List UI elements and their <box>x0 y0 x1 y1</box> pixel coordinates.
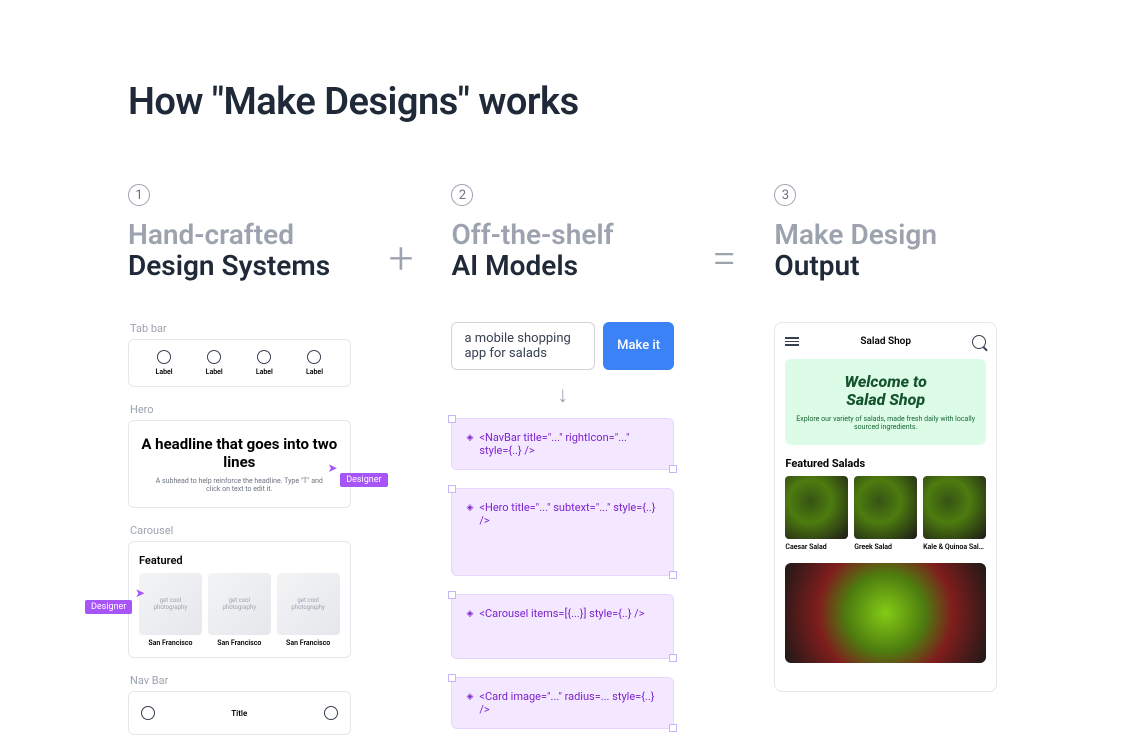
featured-heading: Featured Salads <box>785 457 986 470</box>
step-2-line1: Off-the-shelf <box>451 218 613 251</box>
step-badge-2: 2 <box>451 184 473 206</box>
carousel-caption: San Francisco <box>148 639 192 647</box>
tab-item: Label <box>206 350 223 376</box>
step-1-line2: Design Systems <box>128 249 330 282</box>
welcome-line1: Welcome to <box>845 372 927 391</box>
step-heading-2: Off-the-shelf AI Models <box>451 220 674 282</box>
tab-item: Label <box>156 350 173 376</box>
page-title: How "Make Designs" works <box>128 80 997 124</box>
nav-title: Title <box>231 709 247 718</box>
diamond-icon: ◈ <box>466 431 473 457</box>
col-design-systems: 1 Hand-crafted Design Systems Tab bar La… <box>128 184 351 735</box>
tab-label: Label <box>306 368 323 376</box>
code-block-hero: ◈<Hero title="..." subtext="..." style={… <box>451 488 674 576</box>
code-text: <Card image="..." radius=... style={..} … <box>479 690 659 716</box>
component-hero: A headline that goes into two lines A su… <box>128 420 351 508</box>
nav-left-icon <box>141 706 155 720</box>
plus-icon: + <box>389 184 414 280</box>
step-3-line2: Output <box>774 249 859 282</box>
step-heading-1: Hand-crafted Design Systems <box>128 220 351 282</box>
carousel-caption: San Francisco <box>286 639 330 647</box>
tab-icon <box>257 350 271 364</box>
label-tab-bar: Tab bar <box>130 322 351 335</box>
make-it-button[interactable]: Make it <box>603 322 674 370</box>
featured-caption: Greek Salad <box>854 543 917 551</box>
diamond-icon: ◈ <box>466 607 473 622</box>
placeholder-image-icon: get cool photography <box>139 573 202 636</box>
carousel-item: get cool photography San Francisco <box>277 573 340 648</box>
code-block-card: ◈<Card image="..." radius=... style={..}… <box>451 677 674 729</box>
hamburger-icon[interactable] <box>785 337 799 346</box>
code-text: <NavBar title="..." rightIcon="..." styl… <box>479 431 659 457</box>
welcome-subtext: Explore our variety of salads, made fres… <box>795 415 976 431</box>
code-block-navbar: ◈<NavBar title="..." rightIcon="..." sty… <box>451 418 674 470</box>
carousel-item: get cool photography San Francisco <box>139 573 202 648</box>
component-tab-bar: Label Label Label Label <box>128 339 351 387</box>
equals-icon: = <box>712 184 736 280</box>
code-block-carousel: ◈ <Carousel items=[{...}] style={..} /> <box>451 594 674 659</box>
tab-label: Label <box>156 368 173 376</box>
step-2-line2: AI Models <box>451 249 578 282</box>
search-icon[interactable] <box>972 335 986 349</box>
tab-icon <box>307 350 321 364</box>
label-nav-bar: Nav Bar <box>130 674 351 687</box>
cursor-icon: ➤ <box>328 461 338 475</box>
step-heading-3: Make Design Output <box>774 220 997 282</box>
hero-subhead: A subhead to help reinforce the headline… <box>155 477 324 493</box>
carousel-caption: San Francisco <box>217 639 261 647</box>
arrow-down-icon: ↓ <box>451 382 674 408</box>
featured-item[interactable]: Kale & Quinoa Salad <box>923 476 986 551</box>
designer-badge: Designer <box>85 600 132 614</box>
code-text: <Carousel items=[{...}] style={..} /> <box>479 607 644 622</box>
hero-headline: A headline that goes into two lines <box>139 435 340 471</box>
code-text: <Hero title="..." subtext="..." style={.… <box>479 501 659 527</box>
step-1-line1: Hand-crafted <box>128 218 294 251</box>
featured-item[interactable]: Greek Salad <box>854 476 917 551</box>
salad-hero-image <box>785 563 986 663</box>
tab-icon <box>157 350 171 364</box>
salad-image <box>923 476 986 539</box>
component-nav-bar: Title <box>128 691 351 735</box>
carousel-title: Featured <box>139 554 340 567</box>
tab-item: Label <box>306 350 323 376</box>
welcome-line2: Salad Shop <box>846 390 925 409</box>
tab-label: Label <box>256 368 273 376</box>
app-title: Salad Shop <box>860 336 911 347</box>
featured-caption: Kale & Quinoa Salad <box>923 543 986 551</box>
nav-right-icon <box>324 706 338 720</box>
hero-banner: Welcome to Salad Shop Explore our variet… <box>785 359 986 446</box>
label-carousel: Carousel <box>130 524 351 537</box>
placeholder-image-icon: get cool photography <box>277 573 340 636</box>
tab-icon <box>207 350 221 364</box>
cursor-icon: ➤ <box>135 586 145 600</box>
featured-caption: Caesar Salad <box>785 543 848 551</box>
prompt-input[interactable]: a mobile shopping app for salads <box>451 322 595 370</box>
col-output: 3 Make Design Output Salad Shop Welcome … <box>774 184 997 692</box>
diamond-icon: ◈ <box>466 501 473 527</box>
component-carousel: Featured get cool photography San Francis… <box>128 541 351 659</box>
tab-item: Label <box>256 350 273 376</box>
tab-label: Label <box>206 368 223 376</box>
label-hero: Hero <box>130 403 351 416</box>
step-3-line1: Make Design <box>774 218 937 251</box>
col-ai-models: 2 Off-the-shelf AI Models a mobile shopp… <box>451 184 674 747</box>
designer-badge: Designer <box>340 473 387 487</box>
featured-item[interactable]: Caesar Salad <box>785 476 848 551</box>
salad-image <box>854 476 917 539</box>
carousel-item: get cool photography San Francisco <box>208 573 271 648</box>
step-badge-3: 3 <box>774 184 796 206</box>
step-badge-1: 1 <box>128 184 150 206</box>
salad-image <box>785 476 848 539</box>
diamond-icon: ◈ <box>466 690 473 716</box>
columns: 1 Hand-crafted Design Systems Tab bar La… <box>128 184 997 747</box>
output-mockup: Salad Shop Welcome to Salad Shop Explore… <box>774 322 997 692</box>
placeholder-image-icon: get cool photography <box>208 573 271 636</box>
